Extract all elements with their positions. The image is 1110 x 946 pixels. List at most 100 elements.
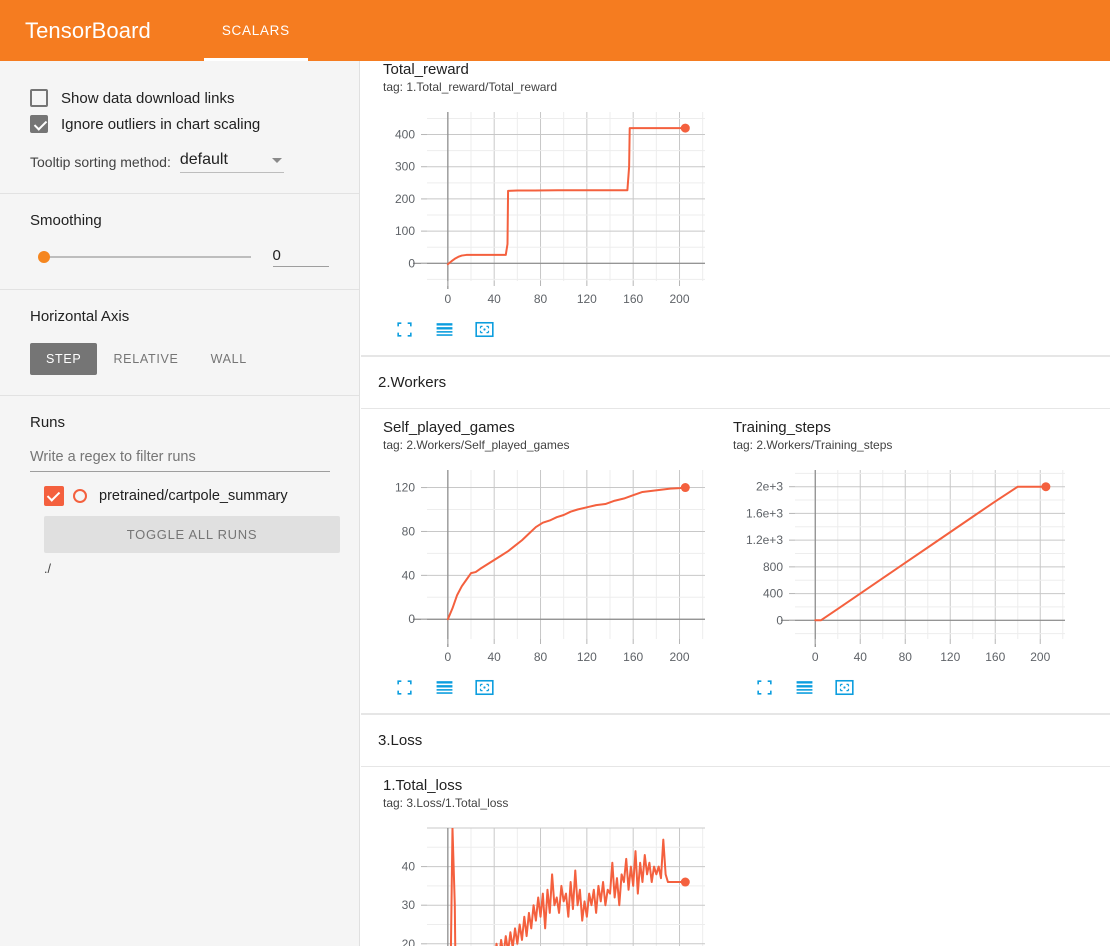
chart-card-self-played-games: Self_played_games tag: 2.Workers/Self_pl…: [361, 409, 715, 707]
chart-tag: tag: 3.Loss/1.Total_loss: [383, 796, 509, 810]
svg-text:120: 120: [577, 650, 597, 664]
checkbox-box-unchecked: [30, 89, 48, 107]
chart-card-training-steps: Training_steps tag: 2.Workers/Training_s…: [715, 409, 1069, 707]
chart-title: 1.Total_loss: [383, 777, 463, 794]
svg-text:120: 120: [577, 292, 597, 306]
run-checkbox[interactable]: [44, 486, 64, 506]
expand-chart-icon[interactable]: [755, 678, 774, 697]
svg-text:40: 40: [488, 650, 502, 664]
svg-text:120: 120: [940, 650, 960, 664]
smoothing-value-input[interactable]: 0: [272, 247, 329, 267]
fit-domain-icon[interactable]: [835, 678, 854, 697]
sidebar: Show data download links Ignore outliers…: [0, 61, 360, 946]
tab-scalars[interactable]: SCALARS: [203, 0, 308, 61]
svg-text:40: 40: [402, 568, 416, 582]
chart-actions-self-played-games: [395, 678, 715, 697]
plot-total-loss[interactable]: 10203040: [383, 822, 715, 946]
svg-text:200: 200: [1030, 650, 1050, 664]
svg-text:0: 0: [445, 650, 452, 664]
svg-text:40: 40: [402, 860, 416, 874]
runs-title: Runs: [30, 414, 66, 431]
chevron-down-icon: [271, 158, 282, 163]
smoothing-slider-knob[interactable]: [38, 251, 50, 263]
tooltip-sorting-row: Tooltip sorting method: default: [30, 151, 329, 173]
sidebar-horizontal-axis-section: Horizontal Axis STEP RELATIVE WALL: [0, 290, 359, 395]
tooltip-sorting-select[interactable]: default: [179, 151, 284, 173]
svg-text:2e+3: 2e+3: [756, 480, 783, 494]
smoothing-title: Smoothing: [30, 212, 102, 229]
svg-text:160: 160: [985, 650, 1005, 664]
svg-text:80: 80: [534, 650, 548, 664]
checkbox-ignore-outliers[interactable]: Ignore outliers in chart scaling: [30, 115, 329, 133]
plot-self-played-games[interactable]: 0 40 80 120 0 40 80 120 160 200: [383, 464, 715, 674]
chart-card-total-reward: Total_reward tag: 1.Total_reward/Total_r…: [361, 61, 715, 349]
section-card-workers: Self_played_games tag: 2.Workers/Self_pl…: [361, 409, 1110, 714]
runs-filter-input[interactable]: [30, 445, 330, 472]
chart-tag: tag: 2.Workers/Training_steps: [733, 438, 893, 452]
horizontal-axis-title: Horizontal Axis: [30, 308, 130, 325]
svg-text:80: 80: [899, 650, 913, 664]
svg-text:200: 200: [670, 650, 690, 664]
chart-actions-training-steps: [755, 678, 1069, 697]
svg-text:120: 120: [395, 481, 415, 495]
toggle-data-series-icon[interactable]: [435, 320, 454, 339]
chart-actions-total-reward: [395, 320, 715, 339]
svg-text:0: 0: [408, 612, 415, 626]
plot-total-reward[interactable]: 0 100 200 300 400 0 40 80 120 160 200: [383, 106, 715, 316]
run-list-item[interactable]: pretrained/cartpole_summary: [44, 486, 329, 506]
chart-svg[interactable]: 0 100 200 300 400 0 40 80 120 160 200: [383, 106, 713, 311]
svg-text:0: 0: [445, 292, 452, 306]
fit-domain-icon[interactable]: [475, 320, 494, 339]
toggle-data-series-icon[interactable]: [795, 678, 814, 697]
fit-domain-icon[interactable]: [475, 678, 494, 697]
svg-text:800: 800: [763, 560, 783, 574]
horizontal-axis-buttons: STEP RELATIVE WALL: [30, 343, 329, 375]
svg-text:1.2e+3: 1.2e+3: [746, 533, 783, 547]
plot-training-steps[interactable]: 0 400 800 1.2e+3 1.6e+3 2e+3 0 40 80 120 160 200: [733, 464, 1069, 674]
svg-text:0: 0: [408, 256, 415, 270]
section-card-loss: 1.Total_loss tag: 3.Loss/1.Total_loss 10…: [361, 767, 1110, 946]
app-title: TensorBoard: [25, 17, 151, 43]
haxis-button-step[interactable]: STEP: [30, 343, 98, 375]
chart-svg[interactable]: 10203040: [383, 822, 713, 946]
svg-text:30: 30: [402, 898, 416, 912]
svg-text:200: 200: [670, 292, 690, 306]
svg-text:100: 100: [395, 224, 415, 238]
smoothing-slider[interactable]: [38, 251, 251, 263]
smoothing-row: 0: [30, 247, 329, 267]
checkbox-show-data-download-links[interactable]: Show data download links: [30, 89, 329, 107]
chart-title: Self_played_games: [383, 419, 515, 436]
expand-chart-icon[interactable]: [395, 678, 414, 697]
haxis-button-relative[interactable]: RELATIVE: [97, 343, 194, 375]
expand-chart-icon[interactable]: [395, 320, 414, 339]
charts-row: 1.Total_loss tag: 3.Loss/1.Total_loss 10…: [361, 767, 1110, 946]
app-header: TensorBoard SCALARS: [0, 0, 1110, 61]
charts-row: Self_played_games tag: 2.Workers/Self_pl…: [361, 409, 1110, 713]
svg-text:20: 20: [402, 937, 416, 946]
svg-text:200: 200: [395, 192, 415, 206]
svg-text:400: 400: [395, 128, 415, 142]
toggle-data-series-icon[interactable]: [435, 678, 454, 697]
section-card-total-reward: Total_reward tag: 1.Total_reward/Total_r…: [361, 61, 1110, 356]
nav-tabs: SCALARS: [203, 0, 308, 61]
toggle-all-runs-button[interactable]: TOGGLE ALL RUNS: [44, 516, 340, 553]
chart-card-total-loss: 1.Total_loss tag: 3.Loss/1.Total_loss 10…: [361, 767, 715, 946]
svg-text:160: 160: [623, 650, 643, 664]
logdir-label: ./: [44, 562, 51, 576]
tab-scalars-label: SCALARS: [221, 23, 290, 38]
chart-svg[interactable]: 0 400 800 1.2e+3 1.6e+3 2e+3 0 40 80 120 160 200: [733, 464, 1073, 669]
svg-text:0: 0: [776, 613, 783, 627]
charts-row: Total_reward tag: 1.Total_reward/Total_r…: [361, 61, 1110, 355]
svg-text:300: 300: [395, 160, 415, 174]
svg-text:40: 40: [488, 292, 502, 306]
svg-text:80: 80: [534, 292, 548, 306]
checkbox-label: Ignore outliers in chart scaling: [61, 115, 261, 133]
run-color-circle-icon: [73, 489, 87, 503]
svg-text:0: 0: [812, 650, 819, 664]
chart-svg[interactable]: 0 40 80 120 0 40 80 120 160 200: [383, 464, 713, 669]
svg-text:1.6e+3: 1.6e+3: [746, 506, 783, 520]
sidebar-options-section: Show data download links Ignore outliers…: [0, 61, 359, 193]
haxis-button-wall[interactable]: WALL: [195, 343, 263, 375]
charts-container[interactable]: Total_reward tag: 1.Total_reward/Total_r…: [361, 61, 1110, 946]
section-header-loss: 3.Loss: [361, 714, 1110, 767]
